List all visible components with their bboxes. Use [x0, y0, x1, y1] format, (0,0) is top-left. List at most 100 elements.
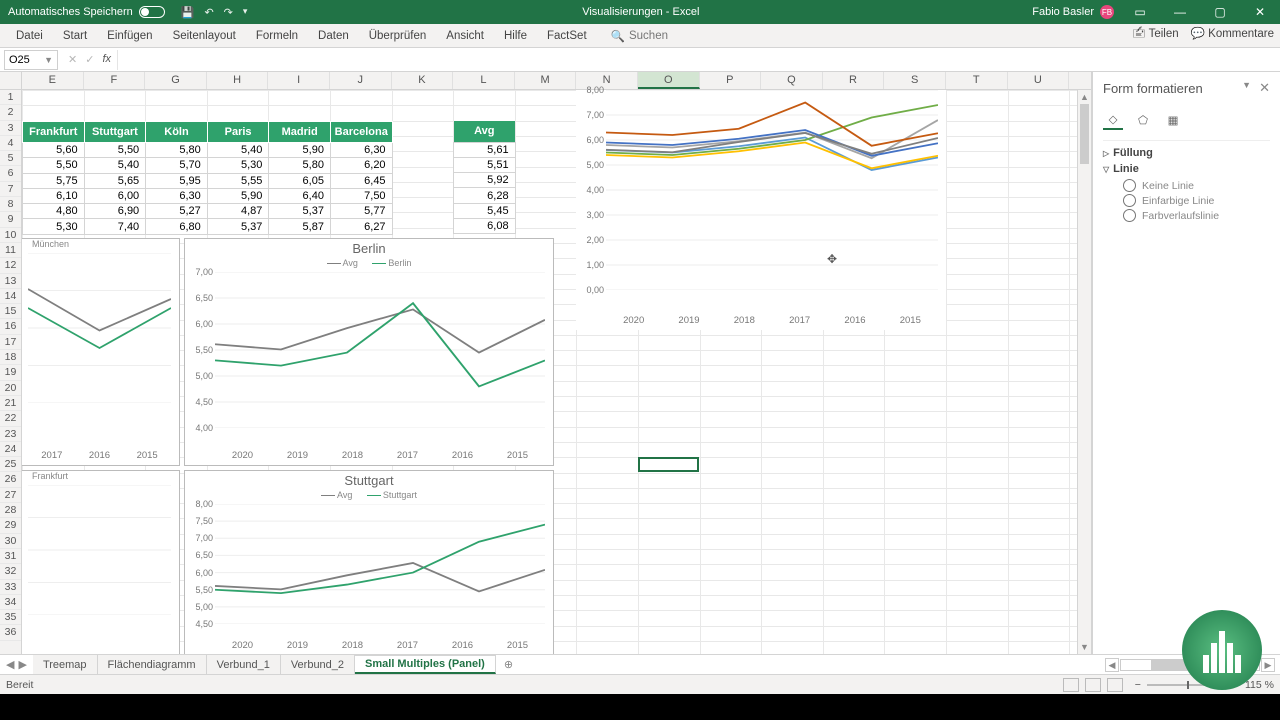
column-header-L[interactable]: L	[453, 72, 515, 89]
table-cell[interactable]: 4,87	[207, 204, 269, 219]
name-box-dropdown-icon[interactable]: ▼	[44, 55, 53, 65]
fx-icon[interactable]: fx	[102, 53, 111, 66]
column-header-P[interactable]: P	[700, 72, 762, 89]
row-header-25[interactable]: 25	[0, 457, 21, 472]
autosave-toggle[interactable]	[139, 6, 165, 18]
sheet-tab-treemap[interactable]: Treemap	[33, 655, 98, 674]
table-cell[interactable]: 6,30	[330, 143, 392, 158]
ribbon-tab-einfuegen[interactable]: Einfügen	[97, 24, 162, 47]
row-header-32[interactable]: 32	[0, 564, 21, 579]
table-cell[interactable]: 5,40	[84, 158, 146, 173]
column-header-I[interactable]: I	[268, 72, 330, 89]
table-cell[interactable]: 6,80	[146, 219, 208, 234]
zoom-level[interactable]: 115 %	[1245, 679, 1274, 691]
redo-icon[interactable]: ↷	[224, 6, 233, 19]
user-area[interactable]: Fabio Basler FB	[1026, 5, 1120, 19]
column-header-J[interactable]: J	[330, 72, 392, 89]
chart-stuttgart[interactable]: Stuttgart Avg Stuttgart 4,505,005,506,00…	[184, 470, 554, 654]
ribbon-tab-daten[interactable]: Daten	[308, 24, 359, 47]
size-tab-icon[interactable]: ▦	[1163, 110, 1183, 130]
normal-view-icon[interactable]	[1063, 678, 1079, 692]
table-cell[interactable]: 5,40	[207, 143, 269, 158]
row-header-15[interactable]: 15	[0, 304, 21, 319]
ribbon-tab-seitenlayout[interactable]: Seitenlayout	[163, 24, 246, 47]
chart-all-series[interactable]: 0,001,002,003,004,005,006,007,008,00 202…	[576, 90, 946, 330]
ribbon-tab-hilfe[interactable]: Hilfe	[494, 24, 537, 47]
pane-close-icon[interactable]: ✕	[1259, 80, 1270, 96]
column-header-S[interactable]: S	[884, 72, 946, 89]
table-cell[interactable]: 5,80	[146, 143, 208, 158]
share-button[interactable]: 🖆 Teilen	[1132, 26, 1179, 45]
row-header-19[interactable]: 19	[0, 365, 21, 380]
column-header-G[interactable]: G	[145, 72, 207, 89]
table-cell[interactable]: 5,77	[330, 204, 392, 219]
sheet-tab-verbund-2[interactable]: Verbund_2	[281, 655, 355, 674]
table-cell[interactable]: 5,87	[269, 219, 331, 234]
sheet-nav-prev-icon[interactable]: ◀	[6, 658, 14, 671]
formula-input[interactable]	[117, 50, 1280, 70]
chart-muenchen-fragment[interactable]: München 201720162015	[22, 238, 180, 466]
cells-area[interactable]: FrankfurtStuttgartKölnParisMadridBarcelo…	[22, 90, 1091, 654]
ribbon-tab-factset[interactable]: FactSet	[537, 24, 597, 47]
vscroll-thumb[interactable]	[1080, 104, 1089, 164]
table-cell[interactable]: 6,05	[269, 173, 331, 188]
row-header-5[interactable]: 5	[0, 151, 21, 166]
row-header-9[interactable]: 9	[0, 212, 21, 227]
line-option-solid[interactable]: Einfarbige Linie	[1123, 194, 1270, 207]
page-layout-view-icon[interactable]	[1085, 678, 1101, 692]
row-header-7[interactable]: 7	[0, 182, 21, 197]
row-header-30[interactable]: 30	[0, 534, 21, 549]
column-header-Q[interactable]: Q	[761, 72, 823, 89]
table-cell[interactable]: 5,27	[146, 204, 208, 219]
row-header-12[interactable]: 12	[0, 258, 21, 273]
column-header-K[interactable]: K	[392, 72, 454, 89]
row-header-8[interactable]: 8	[0, 197, 21, 212]
row-header-33[interactable]: 33	[0, 580, 21, 595]
row-header-26[interactable]: 26	[0, 472, 21, 487]
worksheet-grid[interactable]: EFGHIJKLMNOPQRSTU 1234567891011121314151…	[0, 72, 1092, 654]
table-cell[interactable]: 5,75	[23, 173, 85, 188]
table-cell[interactable]: 6,45	[330, 173, 392, 188]
table-cell[interactable]: 5,65	[84, 173, 146, 188]
fill-section-header[interactable]: ▷ Füllung	[1103, 147, 1270, 159]
line-option-none[interactable]: Keine Linie	[1123, 179, 1270, 192]
line-section-header[interactable]: ▽ Linie	[1103, 163, 1270, 175]
table-cell[interactable]: 7,40	[84, 219, 146, 234]
column-header-H[interactable]: H	[207, 72, 269, 89]
row-header-18[interactable]: 18	[0, 350, 21, 365]
table-cell[interactable]: 5,50	[23, 158, 85, 173]
ribbon-tab-ueberpruefen[interactable]: Überprüfen	[359, 24, 437, 47]
qat-more-icon[interactable]: ▾	[243, 6, 248, 19]
row-header-34[interactable]: 34	[0, 595, 21, 610]
avg-cell[interactable]: 5,92	[454, 173, 516, 188]
comments-button[interactable]: 💬 Kommentare	[1191, 26, 1274, 45]
row-header-35[interactable]: 35	[0, 610, 21, 625]
table-cell[interactable]: 4,80	[23, 204, 85, 219]
hscroll-left-icon[interactable]: ◀	[1105, 658, 1119, 672]
column-header-R[interactable]: R	[823, 72, 885, 89]
column-header-U[interactable]: U	[1008, 72, 1070, 89]
tell-me-search[interactable]: 🔍 Suchen	[611, 29, 668, 43]
table-cell[interactable]: 5,37	[269, 204, 331, 219]
line-option-gradient[interactable]: Farbverlaufslinie	[1123, 209, 1270, 222]
row-header-11[interactable]: 11	[0, 243, 21, 258]
row-header-21[interactable]: 21	[0, 396, 21, 411]
avg-cell[interactable]: 6,28	[454, 188, 516, 203]
hscroll-right-icon[interactable]: ▶	[1261, 658, 1275, 672]
sheet-tab-small-multiples-panel-[interactable]: Small Multiples (Panel)	[355, 655, 496, 674]
ribbon-tab-start[interactable]: Start	[53, 24, 97, 47]
pane-options-icon[interactable]: ▼	[1242, 80, 1251, 96]
enter-formula-icon[interactable]: ✓	[85, 53, 94, 66]
row-header-27[interactable]: 27	[0, 488, 21, 503]
row-header-16[interactable]: 16	[0, 319, 21, 334]
row-header-20[interactable]: 20	[0, 381, 21, 396]
table-cell[interactable]: 5,30	[207, 158, 269, 173]
sheet-tab-verbund-1[interactable]: Verbund_1	[207, 655, 281, 674]
row-header-17[interactable]: 17	[0, 335, 21, 350]
vertical-scrollbar[interactable]: ▲ ▼	[1077, 90, 1091, 654]
row-header-10[interactable]: 10	[0, 228, 21, 243]
table-cell[interactable]: 5,30	[23, 219, 85, 234]
table-cell[interactable]: 6,40	[269, 188, 331, 203]
scroll-down-icon[interactable]: ▼	[1078, 640, 1091, 654]
name-box[interactable]: O25 ▼	[4, 50, 58, 70]
